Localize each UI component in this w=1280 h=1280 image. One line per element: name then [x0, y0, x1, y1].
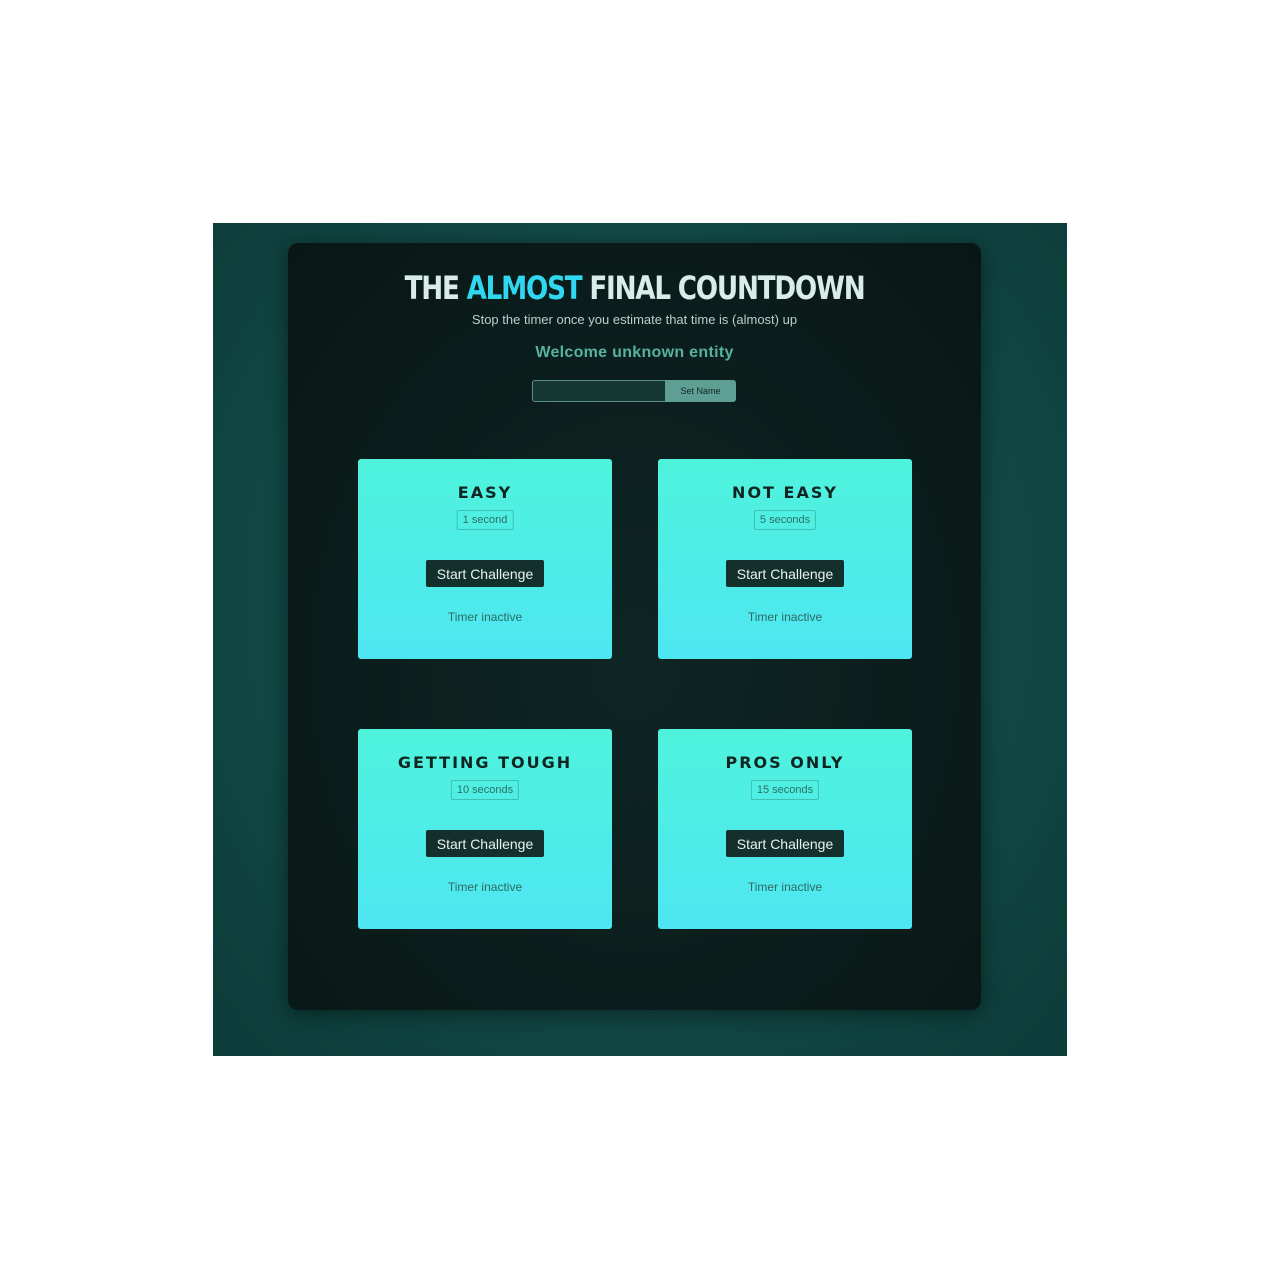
- start-challenge-button[interactable]: Start Challenge: [426, 560, 544, 587]
- challenge-duration-badge: 1 second: [456, 510, 514, 530]
- challenge-title: NOT EASY: [732, 483, 838, 502]
- title-part-1: THE: [404, 269, 467, 307]
- welcome-message: Welcome unknown entity: [535, 344, 734, 361]
- timer-status: Timer inactive: [747, 610, 823, 624]
- challenge-card-pros-only: PROS ONLY 15 seconds Start Challenge Tim…: [658, 729, 912, 929]
- start-challenge-button[interactable]: Start Challenge: [726, 560, 844, 587]
- challenge-card-not-easy: NOT EASY 5 seconds Start Challenge Timer…: [658, 459, 912, 659]
- start-challenge-button[interactable]: Start Challenge: [426, 830, 544, 857]
- challenge-title: EASY: [457, 483, 513, 502]
- page-subtitle: Stop the timer once you estimate that ti…: [471, 312, 798, 327]
- set-name-button[interactable]: Set Name: [665, 380, 736, 402]
- challenge-card-easy: EASY 1 second Start Challenge Timer inac…: [358, 459, 612, 659]
- timer-status: Timer inactive: [447, 880, 523, 894]
- timer-status: Timer inactive: [447, 610, 523, 624]
- start-challenge-button[interactable]: Start Challenge: [726, 830, 844, 857]
- challenge-duration-badge: 5 seconds: [753, 510, 817, 530]
- challenge-duration-badge: 15 seconds: [750, 780, 820, 800]
- title-accent: ALMOST: [466, 269, 583, 307]
- challenge-duration-badge: 10 seconds: [450, 780, 520, 800]
- page-title: THE ALMOST FINAL COUNTDOWN: [350, 269, 918, 307]
- title-part-2: FINAL COUNTDOWN: [581, 269, 865, 307]
- challenge-card-getting-tough: GETTING TOUGH 10 seconds Start Challenge…: [358, 729, 612, 929]
- name-input[interactable]: [532, 380, 665, 402]
- timer-status: Timer inactive: [747, 880, 823, 894]
- name-form: Set Name: [532, 380, 736, 402]
- challenge-title: GETTING TOUGH: [397, 753, 573, 772]
- main-panel: THE ALMOST FINAL COUNTDOWN Stop the time…: [288, 243, 981, 1010]
- app-viewport: THE ALMOST FINAL COUNTDOWN Stop the time…: [213, 223, 1067, 1056]
- challenge-title: PROS ONLY: [725, 753, 845, 772]
